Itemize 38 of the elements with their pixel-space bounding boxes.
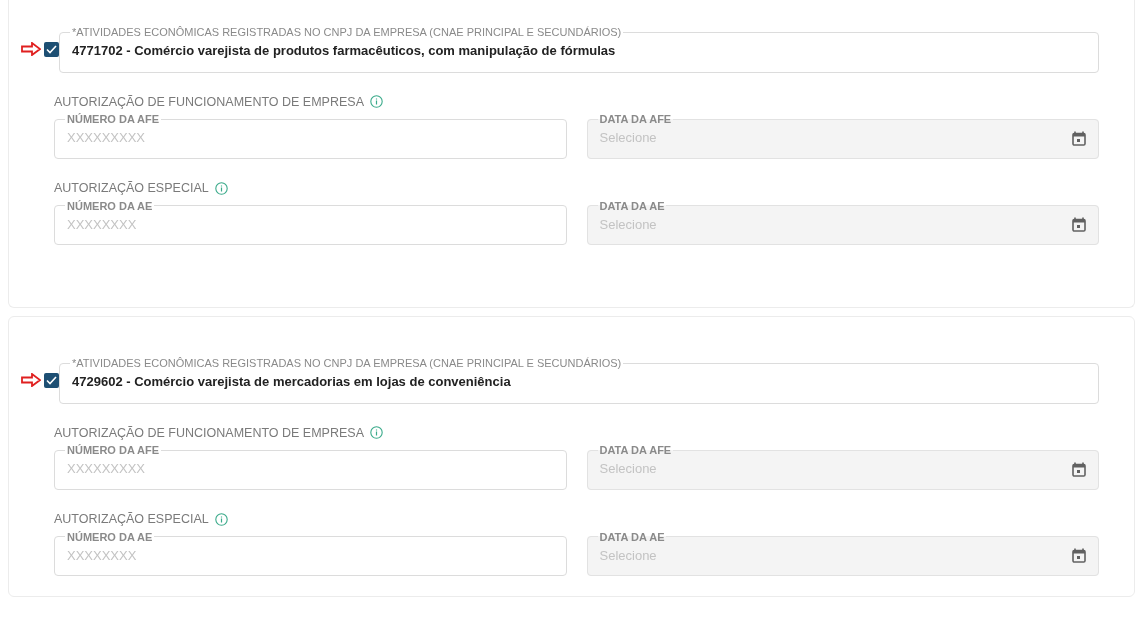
placeholder-text: XXXXXXXX [67,215,137,234]
checkbox[interactable] [44,41,59,57]
field-label: DATA DA AE [598,199,666,212]
arrow-icon [21,373,41,388]
input-field[interactable]: NÚMERO DA AE XXXXXXXX [54,199,567,245]
calendar-icon[interactable] [1072,461,1086,477]
info-icon[interactable] [214,512,228,526]
placeholder-text: XXXXXXXXX [67,460,146,479]
calendar-icon[interactable] [1072,130,1086,146]
input-field[interactable]: NÚMERO DA AFE XXXXXXXXX [54,113,567,159]
info-icon[interactable] [370,95,383,109]
placeholder-text: XXXXXXXX [67,546,137,565]
field-label: NÚMERO DA AE [66,199,154,212]
placeholder-text: XXXXXXXXX [67,129,146,148]
field-label: NÚMERO DA AE [66,530,154,543]
field-label: DATA DA AFE [598,113,673,126]
activity-value: 4729602 - Comércio varejista de mercadorias em lojas de conveniência [72,373,512,391]
field-label: NÚMERO DA AFE [66,444,161,457]
input-field[interactable]: NÚMERO DA AE XXXXXXXX [54,530,567,576]
section-title: AUTORIZAÇÃO DE FUNCIONAMENTO DE EMPRESA [54,93,364,111]
info-icon[interactable] [370,426,383,440]
activity-field[interactable]: *ATIVIDADES ECONÔMICAS REGISTRADAS NO CNPJ DA EMPRESA (CNAE PRINCIPAL E SECUNDÁRIOS) 4729602 - Comércio varejista de mercadorias em lojas de conveniência [59,357,1099,404]
arrow-icon [21,42,41,57]
activity-value: 4771702 - Comércio varejista de produtos farmacêuticos, com manipulação de fórmulas [72,42,617,60]
input-field[interactable]: NÚMERO DA AFE XXXXXXXXX [54,444,567,490]
field-label: DATA DA AE [598,530,666,543]
field-label: *ATIVIDADES ECONÔMICAS REGISTRADAS NO CNPJ DA EMPRESA (CNAE PRINCIPAL E SECUNDÁRIOS) [71,357,623,369]
calendar-icon[interactable] [1072,216,1086,232]
section-title: AUTORIZAÇÃO DE FUNCIONAMENTO DE EMPRESA [54,424,364,442]
section-title: AUTORIZAÇÃO ESPECIAL [54,510,209,528]
field-label: NÚMERO DA AFE [66,113,161,126]
activity-field[interactable]: *ATIVIDADES ECONÔMICAS REGISTRADAS NO CNPJ DA EMPRESA (CNAE PRINCIPAL E SECUNDÁRIOS) 4771702 - Comércio varejista de produtos farmacêuticos, com manipulação de fórmulas [59,26,1099,73]
section-title: AUTORIZAÇÃO ESPECIAL [54,179,209,197]
checkbox[interactable] [44,372,59,388]
field-label: *ATIVIDADES ECONÔMICAS REGISTRADAS NO CNPJ DA EMPRESA (CNAE PRINCIPAL E SECUNDÁRIOS) [71,26,623,38]
field-label: DATA DA AFE [598,444,673,457]
info-icon[interactable] [214,181,228,195]
calendar-icon[interactable] [1072,547,1086,563]
